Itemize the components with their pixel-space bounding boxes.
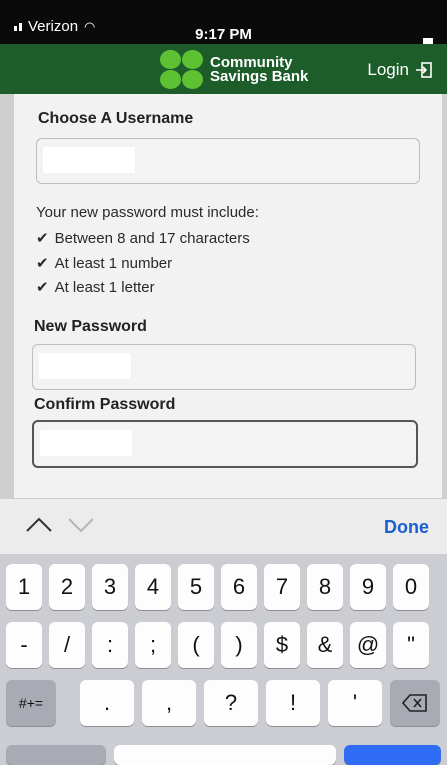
password-rules-intro: Your new password must include: — [36, 204, 259, 221]
next-field-icon[interactable] — [66, 513, 96, 537]
backspace-icon — [402, 694, 427, 712]
key-4[interactable]: 4 — [135, 564, 171, 610]
login-link[interactable]: Login — [367, 60, 433, 80]
keyboard: 1 2 3 4 5 6 7 8 9 0 - / : ; ( ) $ & @ " … — [0, 554, 447, 765]
key-slash[interactable]: / — [49, 622, 85, 668]
key-3[interactable]: 3 — [92, 564, 128, 610]
key-exclamation[interactable]: ! — [266, 680, 320, 726]
previous-field-icon[interactable] — [24, 513, 54, 537]
key-dollar[interactable]: $ — [264, 622, 300, 668]
bank-logo: Community Savings Bank — [160, 50, 308, 90]
rule-item: ✔ Between 8 and 17 characters — [36, 229, 250, 248]
rule-item: ✔ At least 1 letter — [36, 278, 155, 297]
clover-icon — [160, 50, 204, 90]
key-colon[interactable]: : — [92, 622, 128, 668]
login-icon — [416, 62, 432, 78]
key-apostrophe[interactable]: ' — [328, 680, 382, 726]
rule-text: Between 8 and 17 characters — [54, 229, 250, 247]
delete-key[interactable] — [390, 680, 440, 726]
key-8[interactable]: 8 — [307, 564, 343, 610]
keyboard-toolbar: Done — [0, 498, 447, 555]
rule-item: ✔ At least 1 number — [36, 254, 173, 273]
return-key[interactable] — [344, 745, 441, 765]
key-at[interactable]: @ — [350, 622, 386, 668]
status-bar: Verizon ◠ 9:17 PM — [0, 0, 447, 44]
app-header: Community Savings Bank Login — [0, 44, 447, 94]
key-quote[interactable]: " — [393, 622, 429, 668]
registration-form: Choose A Username Your new password must… — [14, 94, 442, 498]
login-label: Login — [367, 60, 409, 79]
key-hyphen[interactable]: - — [6, 622, 42, 668]
key-semicolon[interactable]: ; — [135, 622, 171, 668]
brand-name: Community Savings Bank — [210, 55, 309, 85]
key-6[interactable]: 6 — [221, 564, 257, 610]
rule-text: At least 1 letter — [54, 278, 155, 296]
username-input[interactable] — [36, 138, 420, 184]
key-comma[interactable]: , — [142, 680, 196, 726]
numbers-toggle-key[interactable] — [6, 745, 106, 765]
symbols-toggle-key[interactable]: #+= — [6, 680, 56, 726]
key-close-paren[interactable]: ) — [221, 622, 257, 668]
new-password-label: New Password — [34, 318, 147, 335]
key-0[interactable]: 0 — [393, 564, 429, 610]
done-button[interactable]: Done — [384, 517, 429, 538]
key-1[interactable]: 1 — [6, 564, 42, 610]
key-7[interactable]: 7 — [264, 564, 300, 610]
status-time: 9:17 PM — [195, 26, 252, 43]
brand-line-2: Savings Bank — [210, 68, 309, 85]
rule-text: At least 1 number — [54, 254, 173, 272]
checkmark-icon: ✔ — [36, 230, 49, 247]
key-ampersand[interactable]: & — [307, 622, 343, 668]
confirm-password-label: Confirm Password — [34, 396, 176, 413]
username-label: Choose A Username — [38, 110, 194, 127]
key-period[interactable]: . — [80, 680, 134, 726]
checkmark-icon: ✔ — [36, 279, 49, 296]
key-5[interactable]: 5 — [178, 564, 214, 610]
confirm-password-input[interactable] — [32, 420, 418, 468]
space-key[interactable] — [114, 745, 336, 765]
new-password-input[interactable] — [32, 344, 416, 390]
key-9[interactable]: 9 — [350, 564, 386, 610]
key-open-paren[interactable]: ( — [178, 622, 214, 668]
key-question[interactable]: ? — [204, 680, 258, 726]
checkmark-icon: ✔ — [36, 255, 49, 272]
key-2[interactable]: 2 — [49, 564, 85, 610]
